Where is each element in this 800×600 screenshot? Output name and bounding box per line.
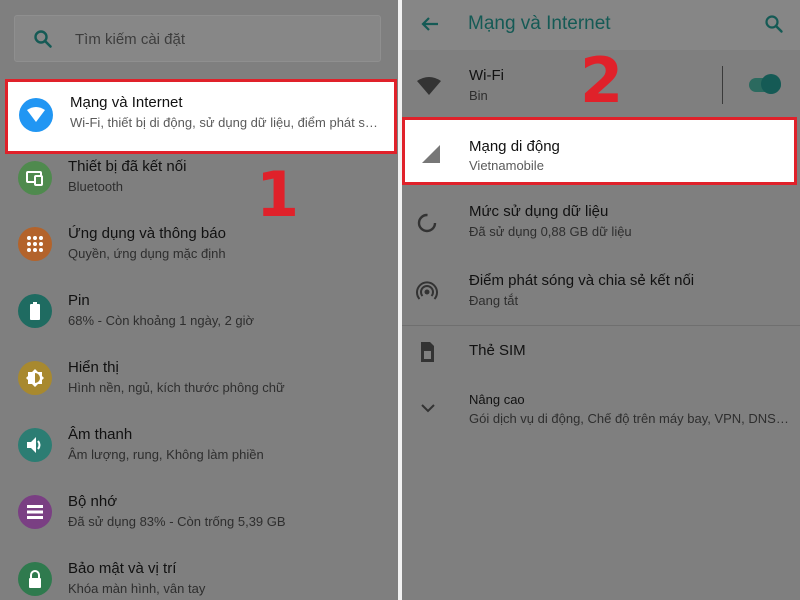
settings-item-subtitle: Bluetooth bbox=[68, 179, 123, 194]
back-arrow-icon[interactable] bbox=[420, 14, 440, 38]
settings-item-title: Mạng và Internet bbox=[70, 94, 183, 111]
settings-item-title: Bộ nhớ bbox=[68, 493, 118, 510]
settings-item-display[interactable]: Hiển thị Hình nền, ngủ, kích thước phông… bbox=[0, 346, 398, 413]
settings-item-battery[interactable]: Pin 68% - Còn khoảng 1 ngày, 2 giờ bbox=[0, 279, 398, 346]
settings-item-security-location[interactable]: Bảo mật và vị trí Khóa màn hình, vân tay bbox=[0, 547, 398, 600]
wifi-network-name: Bin bbox=[469, 88, 488, 103]
settings-item-subtitle: Wi-Fi, thiết bị di động, sử dụng dữ liệu… bbox=[70, 115, 378, 130]
settings-item-subtitle: 68% - Còn khoảng 1 ngày, 2 giờ bbox=[68, 313, 255, 328]
volume-icon bbox=[18, 428, 52, 462]
wifi-toggle[interactable] bbox=[747, 72, 785, 96]
section-divider bbox=[402, 325, 800, 326]
battery-icon bbox=[18, 294, 52, 328]
mobile-network-item[interactable]: Mạng di động Vietnamobile bbox=[402, 117, 797, 185]
settings-search-bar[interactable] bbox=[14, 15, 381, 62]
settings-item-title: Thiết bị đã kết nối bbox=[68, 158, 187, 175]
settings-item-title: Ứng dụng và thông báo bbox=[68, 225, 226, 242]
settings-item-subtitle: Quyền, ứng dụng mặc định bbox=[68, 246, 226, 261]
settings-item-subtitle: Âm lượng, rung, Không làm phiền bbox=[68, 447, 264, 462]
settings-item-network-internet[interactable]: Mạng và Internet Wi-Fi, thiết bị di động… bbox=[5, 79, 397, 154]
brightness-icon bbox=[18, 361, 52, 395]
search-icon bbox=[33, 29, 53, 53]
step-number-1: 1 bbox=[256, 158, 300, 231]
settings-item-title: Pin bbox=[68, 292, 90, 309]
hotspot-title: Điểm phát sóng và chia sẻ kết nối bbox=[469, 272, 695, 289]
settings-item-connected-devices[interactable]: Thiết bị đã kết nối Bluetooth bbox=[0, 145, 398, 212]
settings-item-title: Bảo mật và vị trí bbox=[68, 560, 177, 577]
sim-card-icon bbox=[416, 341, 436, 367]
network-internet-screen: Mạng và Internet Wi-Fi Bin Mạng di động … bbox=[402, 0, 800, 600]
settings-item-subtitle: Đã sử dụng 83% - Còn trống 5,39 GB bbox=[68, 514, 286, 529]
advanced-title: Nâng cao bbox=[469, 392, 525, 407]
hotspot-icon bbox=[416, 281, 438, 307]
lock-icon bbox=[18, 562, 52, 596]
chevron-down-icon bbox=[420, 400, 436, 420]
settings-item-subtitle: Khóa màn hình, vân tay bbox=[68, 581, 206, 596]
hotspot-tethering-item[interactable]: Điểm phát sóng và chia sẻ kết nối Đang t… bbox=[402, 259, 800, 325]
hotspot-status: Đang tắt bbox=[469, 293, 519, 308]
mobile-network-title: Mạng di động bbox=[469, 138, 560, 155]
sim-cards-title: Thẻ SIM bbox=[469, 342, 526, 359]
mobile-carrier-name: Vietnamobile bbox=[469, 158, 544, 173]
app-bar: Mạng và Internet bbox=[402, 0, 800, 50]
data-usage-title: Mức sử dụng dữ liệu bbox=[469, 203, 609, 220]
apps-grid-icon bbox=[18, 227, 52, 261]
page-title: Mạng và Internet bbox=[468, 13, 611, 34]
step-number-2: 2 bbox=[580, 44, 624, 117]
settings-item-title: Hiển thị bbox=[68, 359, 119, 376]
settings-item-title: Âm thanh bbox=[68, 426, 133, 443]
wifi-title: Wi-Fi bbox=[469, 67, 504, 84]
advanced-subtitle: Gói dịch vụ di động, Chế độ trên máy bay… bbox=[469, 411, 789, 426]
settings-main-screen: Mạng và Internet Wi-Fi, thiết bị di động… bbox=[0, 0, 398, 600]
advanced-item[interactable]: Nâng cao Gói dịch vụ di động, Chế độ trê… bbox=[402, 380, 800, 446]
devices-icon bbox=[18, 161, 52, 195]
data-usage-item[interactable]: Mức sử dụng dữ liệu Đã sử dụng 0,88 GB d… bbox=[402, 190, 800, 256]
data-usage-subtitle: Đã sử dụng 0,88 GB dữ liệu bbox=[469, 224, 632, 239]
settings-item-sound[interactable]: Âm thanh Âm lượng, rung, Không làm phiền bbox=[0, 413, 398, 480]
cell-signal-icon bbox=[421, 144, 441, 168]
settings-item-storage[interactable]: Bộ nhớ Đã sử dụng 83% - Còn trống 5,39 G… bbox=[0, 480, 398, 547]
search-icon[interactable] bbox=[764, 14, 784, 38]
wifi-icon bbox=[416, 76, 442, 100]
divider-line bbox=[722, 66, 723, 104]
storage-icon bbox=[18, 495, 52, 529]
wifi-icon bbox=[19, 98, 53, 132]
search-input[interactable] bbox=[75, 24, 365, 54]
settings-item-apps-notifications[interactable]: Ứng dụng và thông báo Quyền, ứng dụng mặ… bbox=[0, 212, 398, 279]
toggle-thumb bbox=[761, 74, 781, 94]
settings-item-subtitle: Hình nền, ngủ, kích thước phông chữ bbox=[68, 380, 285, 395]
data-usage-icon bbox=[416, 212, 438, 238]
